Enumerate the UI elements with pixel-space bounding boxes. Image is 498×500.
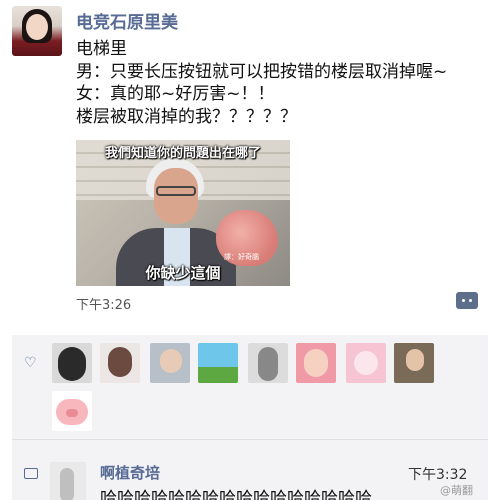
comment-icon: [24, 468, 38, 479]
like-avatar-6[interactable]: [296, 343, 336, 383]
post-line-2: 男：只要长压按钮就可以把按错的楼层取消掉喔~: [76, 61, 448, 82]
heart-icon: ♡: [24, 355, 37, 371]
like-avatar-2[interactable]: [100, 343, 140, 383]
like-avatar-7[interactable]: [346, 343, 386, 383]
poster-avatar[interactable]: [12, 6, 62, 56]
like-avatar-9[interactable]: [52, 391, 92, 431]
like-avatar-1[interactable]: [52, 343, 92, 383]
post-line-4: 楼层被取消掉的我？？？？？: [76, 106, 297, 127]
post-image[interactable]: 我們知道你的問題出在哪了 譯：好奇腦 你缺少這個: [76, 140, 290, 286]
like-avatar-4[interactable]: [198, 343, 238, 383]
post-line-3: 女：真的耶~好厉害~！！: [76, 84, 275, 104]
meme-caption-top: 我們知道你的問題出在哪了: [104, 146, 261, 161]
post-timestamp: 下午3:26: [76, 298, 132, 313]
meme-caption-bottom: 你缺少這個: [145, 264, 221, 282]
comment-time: 下午3:32: [408, 467, 468, 483]
meme-caption-mini: 譯：好奇腦: [224, 253, 259, 261]
post-line-1: 电梯里: [76, 39, 127, 59]
more-actions-button[interactable]: [456, 292, 478, 309]
comments-panel: 啊植奇培 下午3:32 哈哈哈哈哈哈哈哈哈哈哈哈哈哈哈哈: [12, 439, 488, 500]
comment-text: 哈哈哈哈哈哈哈哈哈哈哈哈哈哈哈哈: [100, 489, 372, 500]
like-avatar-8[interactable]: [394, 343, 434, 383]
watermark: @萌翻: [440, 484, 473, 497]
poster-username[interactable]: 电竞石原里美: [76, 8, 178, 33]
commenter-avatar[interactable]: [50, 462, 86, 500]
like-avatar-5[interactable]: [248, 343, 288, 383]
like-avatar-3[interactable]: [150, 343, 190, 383]
post-text: 电梯里 男：只要长压按钮就可以把按错的楼层取消掉喔~ 女：真的耶~好厉害~！！ …: [76, 38, 447, 128]
moments-post: 电竞石原里美 电梯里 男：只要长压按钮就可以把按错的楼层取消掉喔~ 女：真的耶~…: [0, 0, 498, 330]
commenter-name[interactable]: 啊植奇培: [100, 462, 160, 483]
likes-panel: ♡: [12, 335, 488, 439]
